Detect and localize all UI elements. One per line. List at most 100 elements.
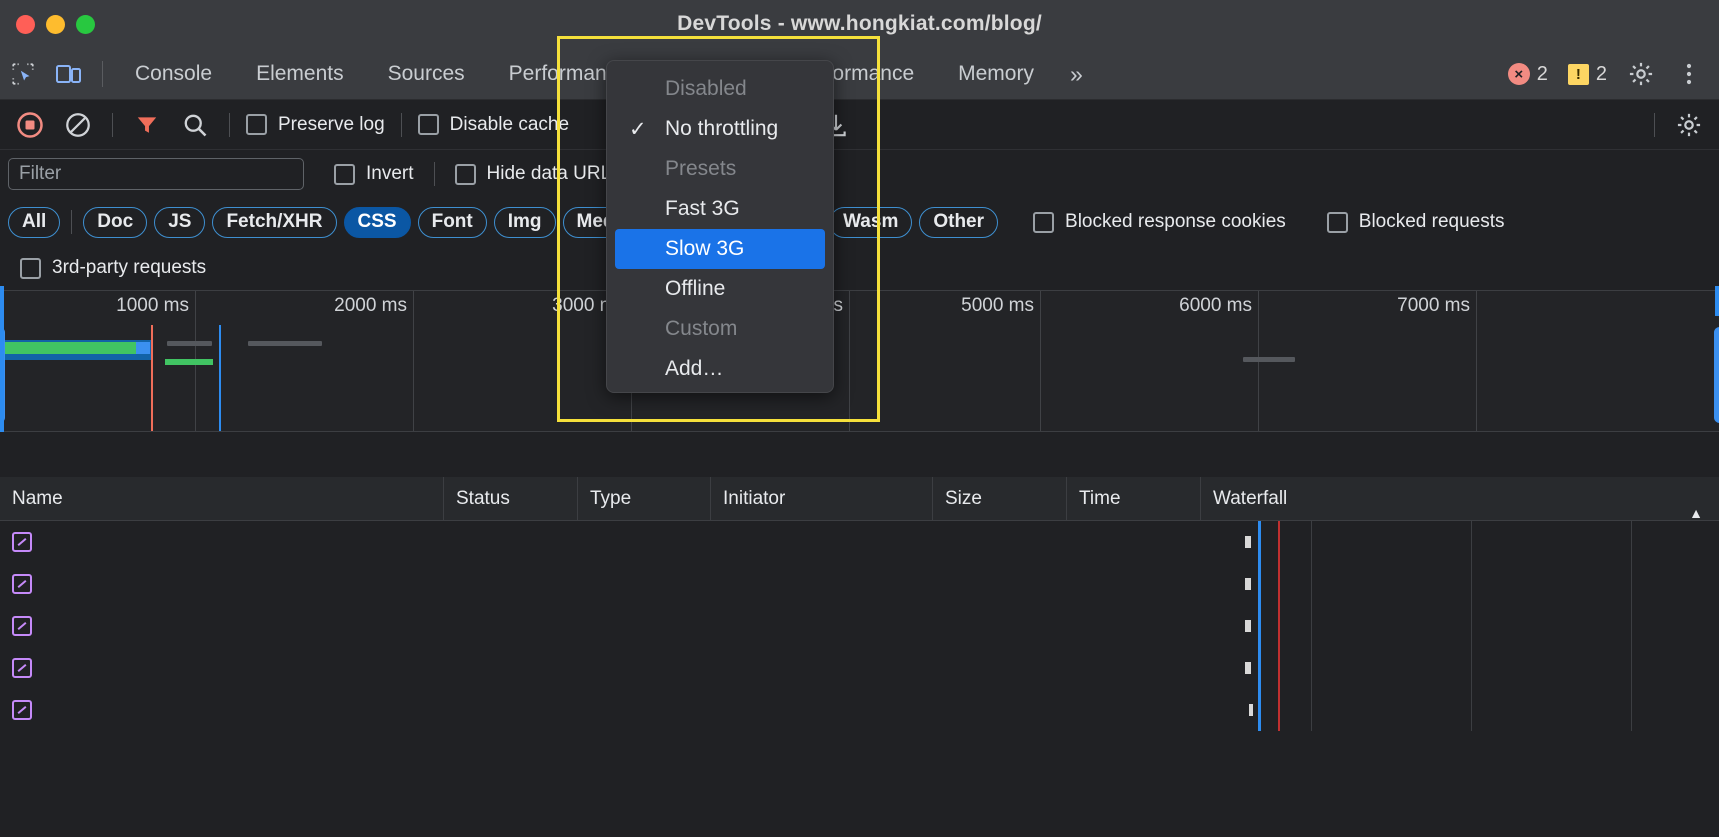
disable-cache-checkbox[interactable]: Disable cache [412,114,575,136]
overview-gray-bar-2 [248,341,322,346]
menu-header-presets: Presets [665,157,737,180]
column-header-time[interactable]: Time [1067,476,1201,521]
error-icon: × [1507,63,1530,85]
throttling-dropdown-menu[interactable]: Disabled ✓ No throttling Presets Fast 3G… [606,60,834,393]
hide-data-urls-checkbox[interactable]: Hide data URLs [449,163,627,185]
overview-right-edge-marker [1715,286,1719,316]
more-tabs-button[interactable]: » [1056,48,1097,100]
chip-font[interactable]: Font [417,206,487,238]
hide-data-urls-box[interactable] [454,163,476,185]
blocked-requests-box[interactable] [1326,211,1348,233]
record-stop-icon[interactable] [6,100,54,150]
third-party-requests-checkbox[interactable]: 3rd-party requests [14,257,212,279]
hide-data-urls-label: Hide data URLs [486,163,621,184]
column-header-waterfall[interactable]: Waterfall ▲ [1201,477,1719,521]
network-settings-gear-icon[interactable] [1665,100,1713,150]
menu-header-disabled: Disabled [665,77,747,100]
column-header-type[interactable]: Type [578,476,711,521]
warning-badge[interactable]: ! 2 [1560,63,1615,86]
kebab-menu-icon[interactable] [1667,52,1711,96]
menu-header-custom: Custom [665,317,738,340]
column-header-initiator[interactable]: Initiator [711,476,933,521]
tab-elements[interactable]: Elements [234,48,366,100]
blocked-response-cookies-box[interactable] [1033,211,1055,233]
toolbar-divider [112,112,113,137]
tab-console[interactable]: Console [113,48,234,100]
overview-gray-bar-1 [167,341,212,346]
overview-tick-4000: 4000 ms [770,291,850,431]
tab-memory[interactable]: Memory [936,48,1056,100]
filter-icon[interactable] [123,100,171,150]
overview-tick-7000: 7000 ms [1397,291,1477,431]
column-header-size[interactable]: Size [933,476,1067,521]
filter-divider [433,162,435,186]
blocked-requests-checkbox[interactable]: Blocked requests [1321,211,1511,233]
error-count: 2 [1536,62,1548,85]
invert-box[interactable] [334,163,355,185]
column-header-status[interactable]: Status [444,476,578,521]
column-header-name[interactable]: Name [0,476,444,521]
filter-row: Invert Hide data URLs [0,150,1719,198]
chip-other[interactable]: Other [919,206,999,238]
menu-item-fast-3g[interactable]: Fast 3G [607,189,833,229]
window-title: DevTools - www.hongkiat.com/blog/ [677,12,1042,35]
inspect-element-icon[interactable] [0,48,46,100]
clear-network-icon[interactable] [54,100,102,150]
menu-item-no-throttling[interactable]: ✓ No throttling [607,109,833,149]
chip-css[interactable]: CSS [343,206,411,238]
waterfall-dcl-line [1278,520,1280,563]
chip-all[interactable]: All [8,206,61,238]
disable-cache-box[interactable] [417,114,439,135]
waterfall-dcl-line [1278,688,1280,731]
menu-item-add[interactable]: Add… [607,349,833,389]
overview-dom-content-loaded-line [151,325,153,431]
tab-strip-right-controls: × 2 ! 2 [1500,48,1711,100]
waterfall-load-line [1258,646,1261,689]
menu-item-slow-3g[interactable]: Slow 3G [615,229,825,269]
waterfall-dcl-line [1278,646,1280,689]
css-file-icon [12,531,32,552]
overview-green-bar [0,342,136,354]
network-toolbar: Preserve log Disable cache [0,100,1719,150]
overview-green-bar-2 [165,359,213,365]
chip-wasm[interactable]: Wasm [829,206,913,238]
preserve-log-checkbox[interactable]: Preserve log [240,114,391,136]
blocked-requests-label: Blocked requests [1358,211,1505,232]
preserve-log-box[interactable] [246,114,267,135]
gear-icon[interactable] [1619,52,1663,96]
error-badge[interactable]: × 2 [1500,63,1556,86]
overview-right-handle[interactable] [1714,327,1719,423]
chip-doc[interactable]: Doc [83,206,148,238]
chip-js[interactable]: JS [154,206,206,238]
menu-item-no-throttling-label: No throttling [665,117,779,140]
waterfall-dcl-line [1278,562,1280,605]
waterfall-bar [1245,619,1251,632]
css-file-icon [12,657,32,678]
overview-tick-5000: 5000 ms [961,291,1041,431]
waterfall-load-line [1258,604,1261,647]
toolbar-divider-3 [400,112,402,137]
blocked-response-cookies-checkbox[interactable]: Blocked response cookies [1027,211,1292,233]
cell-waterfall [1201,604,1719,647]
filter-input[interactable] [8,158,304,190]
tab-list: Console Elements Sources Performance Net… [113,48,1097,100]
overview-gray-bar-3 [1243,357,1295,362]
network-overview-timeline[interactable]: 1000 ms 2000 ms 3000 ms 4000 ms 5000 ms … [0,290,1719,432]
cell-waterfall [1201,520,1719,563]
blocked-response-cookies-label: Blocked response cookies [1065,211,1286,232]
column-header-waterfall-label: Waterfall [1213,487,1288,509]
menu-item-offline[interactable]: Offline [607,269,833,309]
overview-tick-2000: 2000 ms [334,291,414,431]
device-toolbar-icon[interactable] [46,48,92,100]
chip-img[interactable]: Img [493,206,556,238]
search-icon[interactable] [171,100,219,150]
chip-divider [71,210,73,234]
waterfall-bar [1245,661,1251,674]
invert-checkbox[interactable]: Invert [328,163,420,185]
third-party-box[interactable] [20,257,41,279]
waterfall-load-line [1258,520,1261,563]
waterfall-load-line [1258,688,1261,731]
devtools-window: DevTools - www.hongkiat.com/blog/ Consol… [0,0,1719,837]
tab-sources[interactable]: Sources [366,48,487,100]
chip-fetch-xhr[interactable]: Fetch/XHR [212,206,337,238]
